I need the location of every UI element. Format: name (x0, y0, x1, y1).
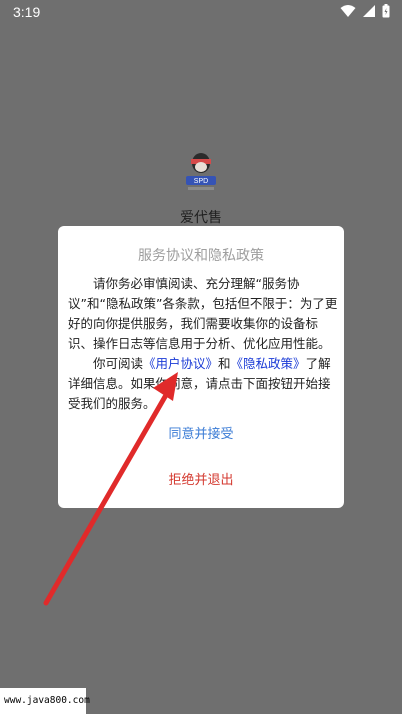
watermark: www.java800.com (0, 688, 90, 714)
annotation-arrow (43, 372, 178, 606)
